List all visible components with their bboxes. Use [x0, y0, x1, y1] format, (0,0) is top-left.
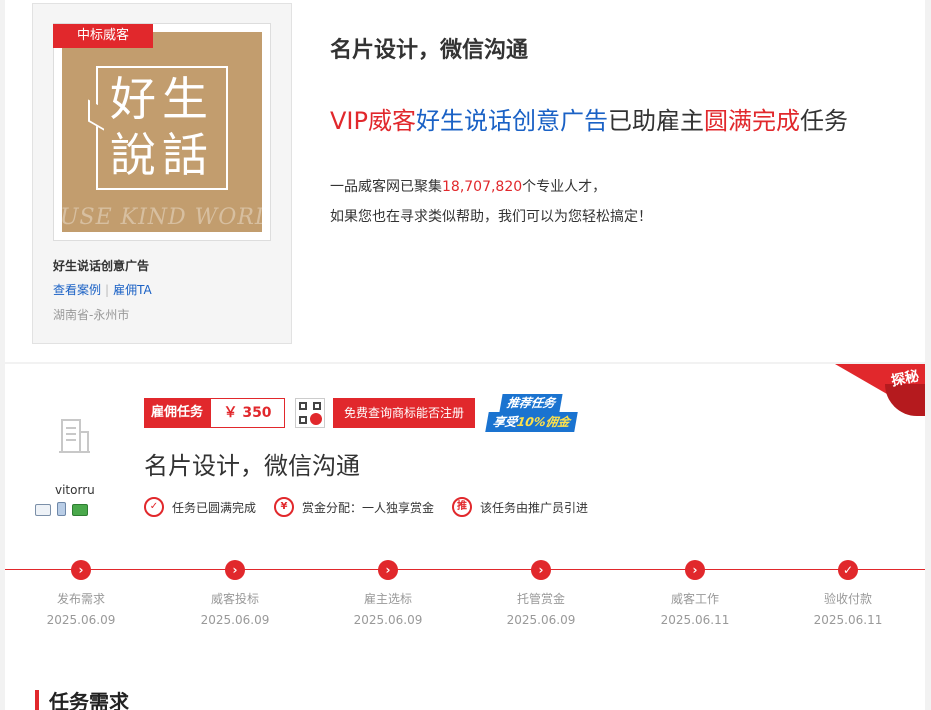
timeline-step: ✓ 验收付款 2025.06.11 [788, 560, 908, 627]
service-name[interactable]: 好生说话创意广告 [53, 257, 149, 274]
stats-suffix: 个专业人才， [522, 179, 607, 195]
stats-line-2: 如果您也在寻求类似帮助，我们可以为您轻松搞定！ [330, 209, 652, 225]
talent-stats: 一品威客网已聚集18,707,820个专业人才， 如果您也在寻求类似帮助，我们可… [330, 172, 652, 232]
service-location: 湖南省-永州市 [53, 308, 130, 322]
qr-logo-dot [310, 413, 323, 425]
trademark-check-button[interactable]: 免费查询商标能否注册 [333, 398, 476, 428]
badge-line-1: 推荐任务 [499, 394, 563, 412]
section-accent-bar [35, 689, 39, 710]
logo-artwork: 好 生 說 話 USE KIND WORDS [62, 32, 262, 232]
task-features: ✓ 任务已圆满完成 ¥ 赏金分配：一人独享赏金 推 该任务由推广员引进 [144, 497, 606, 517]
case-headline: 名片设计，微信沟通 [330, 38, 529, 63]
step-date: 2025.06.09 [353, 613, 423, 627]
step-arrow-icon: › [225, 560, 245, 580]
speech-notch [88, 99, 104, 131]
bank-card-icon [72, 504, 88, 516]
explore-ribbon[interactable]: 探秘 [835, 364, 925, 416]
winner-badge: 中标威客 [53, 24, 153, 48]
yen-circle-icon: ¥ [274, 497, 295, 517]
stats-prefix: 一品威客网已聚集 [330, 179, 442, 195]
building-icon [59, 419, 90, 453]
step-date: 2025.06.09 [200, 613, 270, 627]
service-links: 查看案例 | 雇佣TA [53, 281, 152, 298]
logo-char: 話 [162, 128, 208, 182]
verify-icons [35, 502, 88, 516]
service-logo[interactable]: 好 生 說 話 USE KIND WORDS [53, 23, 271, 241]
badge-line-2-prefix: 享受 [491, 415, 519, 429]
logo-char: 生 [162, 72, 208, 126]
task-title: 名片设计，微信沟通 [144, 452, 360, 480]
step-date: 2025.06.09 [46, 613, 116, 627]
section-title: 任务需求 [49, 690, 129, 710]
feature-text: 任务已圆满完成 [172, 500, 257, 515]
step-label: 威客工作 [670, 592, 719, 606]
step-arrow-icon: › [531, 560, 551, 580]
timeline-step: › 威客投标 2025.06.09 [175, 560, 295, 627]
case-panel: 好 生 說 話 USE KIND WORDS 中标威客 好生说话创意广告 查看案… [5, 0, 925, 362]
feature-text: 赏金分配：一人独享赏金 [302, 500, 435, 515]
section-header: 任务需求 [35, 686, 129, 710]
hire-link[interactable]: 雇佣TA [113, 283, 152, 297]
check-circle-icon: ✓ [144, 497, 164, 517]
step-date: 2025.06.09 [506, 613, 576, 627]
promote-circle-icon: 推 [452, 497, 473, 517]
step-date: 2025.06.11 [660, 613, 730, 627]
timeline-step: › 发布需求 2025.06.09 [21, 560, 141, 627]
phone-icon [57, 502, 66, 516]
qr-code-icon[interactable] [295, 398, 326, 428]
step-date: 2025.06.11 [813, 613, 883, 627]
page: 好 生 說 話 USE KIND WORDS 中标威客 好生说话创意广告 查看案… [0, 0, 931, 710]
qr-corner [299, 416, 308, 424]
logo-char: 說 [110, 128, 156, 182]
task-tags: 雇佣任务 ￥ 350 免费查询商标能否注册 推荐任务 享受10%佣金 [144, 394, 605, 432]
step-arrow-icon: › [378, 560, 398, 580]
talent-count: 18,707,820 [442, 179, 523, 195]
qr-corner [299, 402, 308, 410]
stats-line-1: 一品威客网已聚集18,707,820个专业人才， [330, 172, 652, 202]
badge-line-2-highlight: 10%佣金 [515, 415, 572, 429]
id-card-icon [35, 504, 51, 516]
feature-completed: ✓ 任务已圆满完成 [144, 497, 256, 517]
step-label: 威客投标 [210, 592, 259, 606]
feature-reward: ¥ 赏金分配：一人独享赏金 [274, 497, 434, 517]
task-type-tag: 雇佣任务 [144, 398, 211, 428]
service-card: 好 生 說 話 USE KIND WORDS 中标威客 好生说话创意广告 查看案… [32, 3, 292, 344]
vendor-name[interactable]: 好生说话创意广告 [416, 107, 608, 135]
qr-corner [313, 402, 322, 410]
step-arrow-icon: › [685, 560, 705, 580]
step-check-icon: ✓ [838, 560, 858, 580]
logo-watermark: USE KIND WORDS [62, 205, 262, 230]
feature-text: 该任务由推广员引进 [480, 500, 589, 515]
feature-promoter: 推 该任务由推广员引进 [452, 497, 588, 517]
timeline-step: › 雇主选标 2025.06.09 [328, 560, 448, 627]
employer-name[interactable]: vitorru [55, 483, 95, 497]
promo-highlight: 圆满完成 [703, 107, 800, 135]
step-label: 雇主选标 [363, 592, 412, 606]
link-divider: | [105, 283, 110, 297]
view-cases-link[interactable]: 查看案例 [53, 283, 101, 297]
task-panel: 探秘 vitorru 雇佣任务 ￥ 350 免费查询商标能否注册 推荐任务 享受… [5, 364, 925, 710]
step-arrow-icon: › [71, 560, 91, 580]
promo-line: VIP威客好生说话创意广告已助雇主圆满完成任务 [330, 101, 848, 136]
badge-line-2: 享受10%佣金 [485, 412, 578, 432]
recommend-task-badge[interactable]: 推荐任务 享受10%佣金 [485, 394, 605, 432]
timeline-line [5, 569, 925, 570]
task-price: ￥ 350 [210, 398, 286, 428]
promo-tail: 任务 [799, 107, 848, 135]
step-label: 托管赏金 [516, 592, 565, 606]
timeline-step: › 托管赏金 2025.06.09 [481, 560, 601, 627]
vip-label: VIP威客 [330, 107, 416, 135]
timeline-step: › 威客工作 2025.06.11 [635, 560, 755, 627]
step-label: 发布需求 [56, 592, 105, 606]
logo-char: 好 [110, 72, 156, 126]
promo-middle: 已助雇主 [607, 107, 704, 135]
step-label: 验收付款 [823, 592, 872, 606]
